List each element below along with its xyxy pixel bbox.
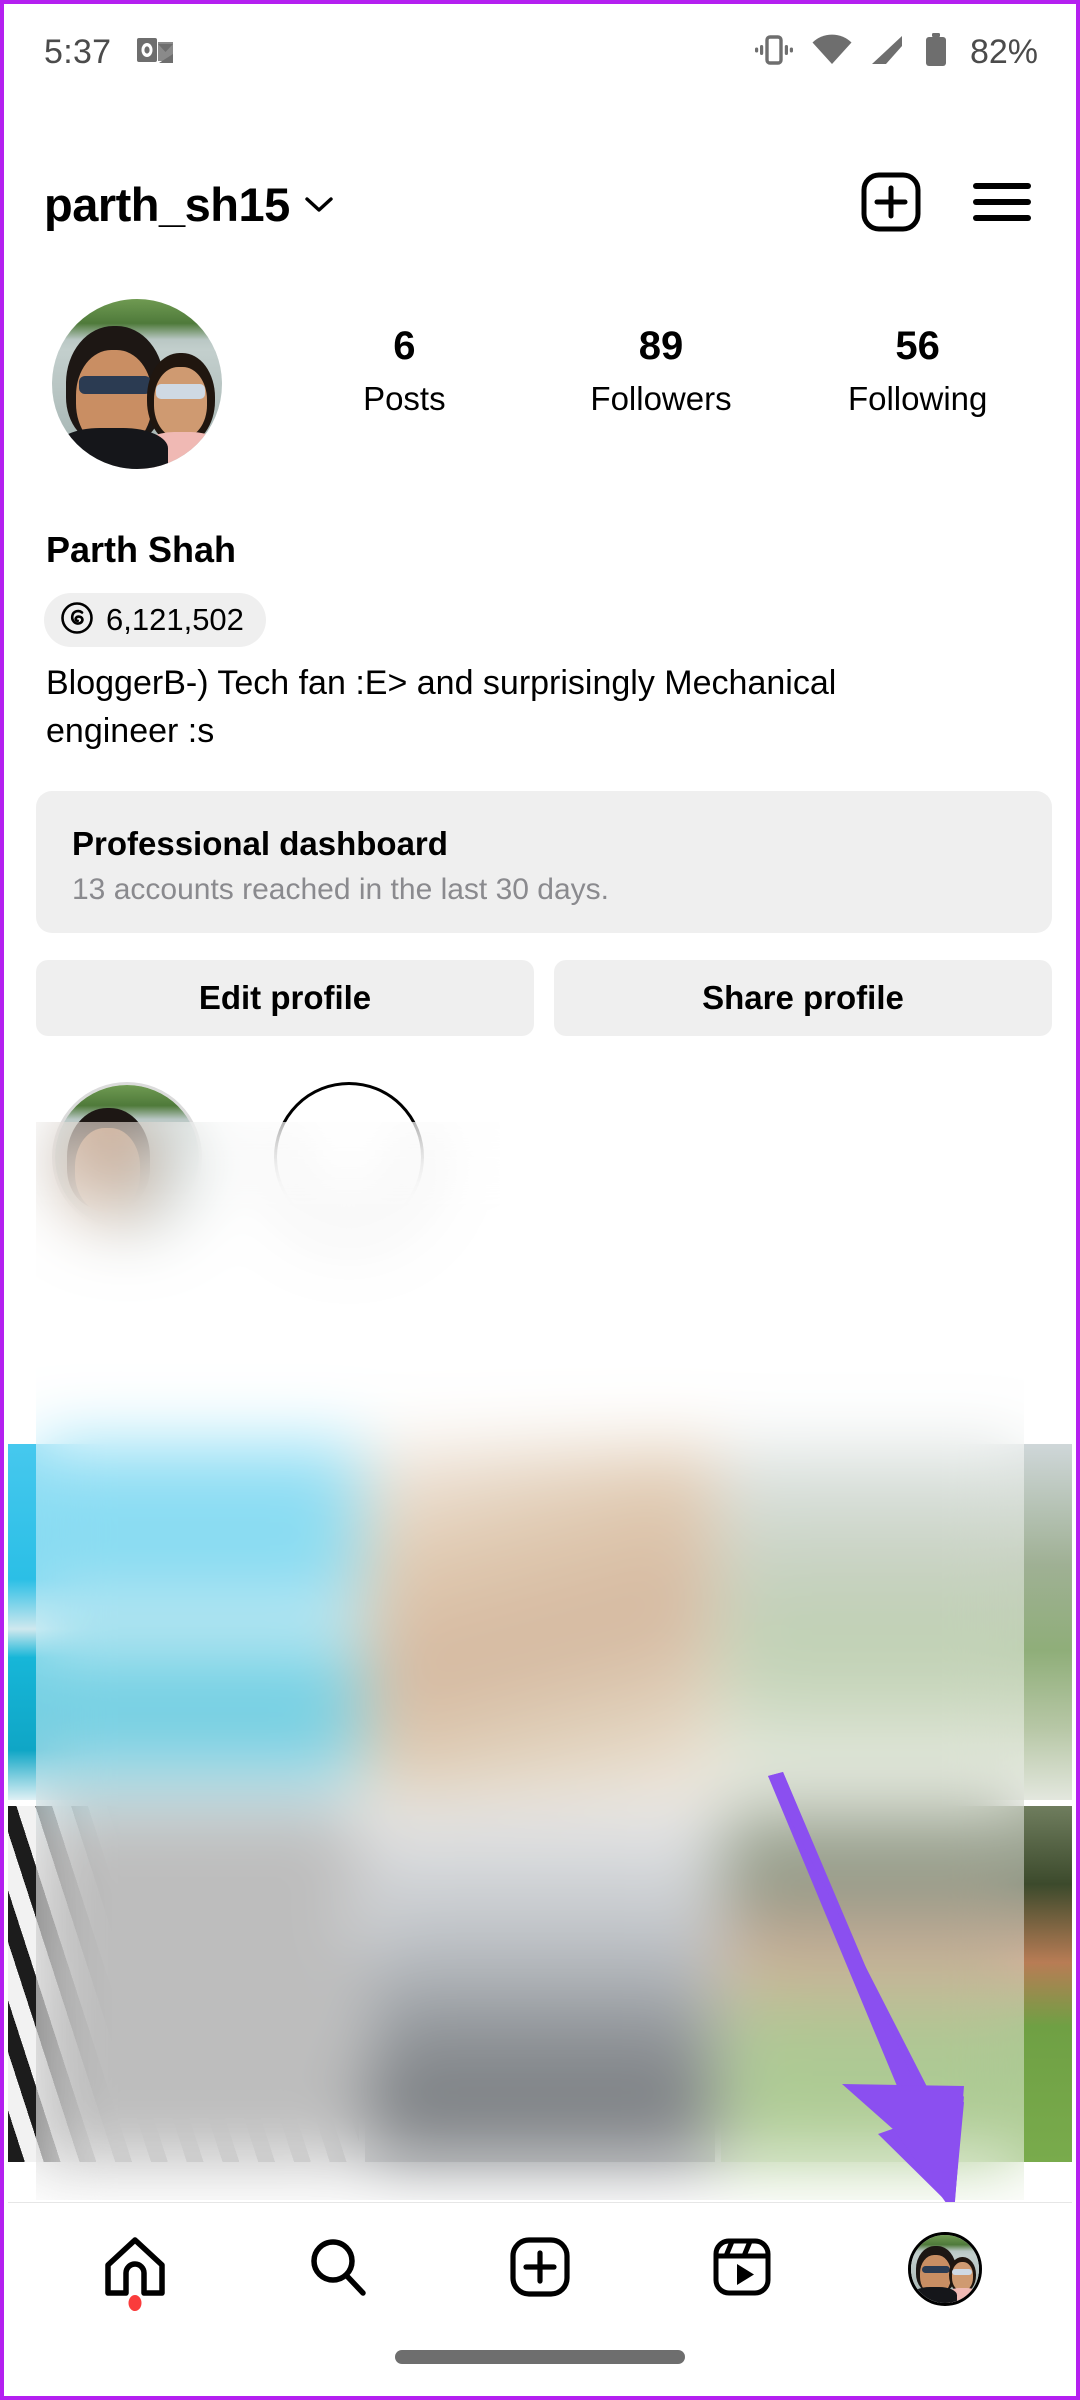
plus-box-icon[interactable] [860, 171, 922, 238]
chevron-down-icon [304, 195, 334, 232]
nav-reels[interactable] [682, 2209, 802, 2329]
post-thumbnail[interactable] [721, 1806, 1072, 2162]
cellular-signal-icon [870, 34, 906, 71]
username-label: parth_sh15 [44, 177, 290, 231]
post-thumbnail[interactable] [721, 1444, 1072, 1800]
following-count: 56 [895, 324, 940, 368]
nav-profile[interactable] [885, 2209, 1005, 2329]
avatar[interactable] [52, 299, 222, 469]
followers-count: 89 [638, 324, 684, 368]
dashboard-subtitle: 13 accounts reached in the last 30 days. [72, 873, 610, 906]
avatar-photo [52, 299, 222, 469]
header-actions [860, 171, 1032, 238]
reels-icon [711, 2236, 773, 2303]
account-switcher[interactable]: parth_sh15 [44, 177, 334, 232]
profile-summary: 6 Posts 89 Followers 56 Following [4, 299, 1076, 514]
highlight-item-photo[interactable] [52, 1082, 202, 1232]
highlight-item-new[interactable] [274, 1082, 424, 1232]
followers-label: Followers [590, 380, 732, 417]
battery-percent: 82% [969, 32, 1038, 71]
threads-count: 6,121,502 [106, 602, 244, 637]
battery-icon [924, 32, 948, 72]
plus-box-icon [509, 2236, 571, 2303]
profile-action-buttons: Edit profile Share profile [36, 960, 1052, 1036]
status-bar: 5:37 82% [4, 4, 1076, 100]
highlight-thumbnail [55, 1085, 199, 1229]
story-highlights [52, 1082, 424, 1232]
stat-posts[interactable]: 6 Posts [276, 321, 533, 423]
following-label: Following [847, 380, 988, 417]
home-indicator[interactable] [395, 2350, 685, 2364]
posts-count: 6 [393, 324, 416, 368]
wifi-icon [812, 34, 852, 71]
outlook-notification-icon [137, 35, 174, 70]
nav-home[interactable] [75, 2209, 195, 2329]
threads-badge[interactable]: 6,121,502 [44, 593, 266, 647]
status-bar-right: 82% [754, 32, 1038, 72]
status-time: 5:37 [44, 32, 112, 71]
home-notification-badge [128, 2295, 142, 2311]
status-bar-left: 5:37 [44, 32, 174, 72]
stat-followers[interactable]: 89 Followers [533, 321, 790, 423]
post-thumbnail[interactable] [364, 1444, 716, 1800]
bottom-navigation [8, 2202, 1072, 2392]
stats-row: 6 Posts 89 Followers 56 Following [222, 299, 1076, 423]
phone-screen: 5:37 82% parth_sh15 6 Posts 89 Followers… [0, 0, 1080, 2400]
bio-text: BloggerB-) Tech fan :E> and surprisingly… [46, 664, 837, 751]
avatar [907, 2232, 982, 2306]
professional-dashboard-card[interactable]: Professional dashboard 13 accounts reach… [36, 791, 1052, 933]
nav-create[interactable] [480, 2209, 600, 2329]
post-thumbnail[interactable] [8, 1444, 359, 1800]
post-thumbnail[interactable] [364, 1806, 716, 2162]
posts-label: Posts [363, 380, 446, 417]
edit-profile-button[interactable]: Edit profile [36, 960, 534, 1036]
nav-search[interactable] [278, 2209, 398, 2329]
threads-icon [60, 601, 94, 640]
full-name: Parth Shah [46, 529, 237, 570]
post-thumbnail[interactable] [8, 1806, 359, 2162]
nav-items [8, 2203, 1072, 2335]
nav-avatar-photo [910, 2235, 979, 2303]
vibrate-icon [754, 33, 794, 72]
hamburger-menu-icon[interactable] [972, 178, 1032, 231]
search-icon [306, 2235, 370, 2304]
share-profile-button[interactable]: Share profile [554, 960, 1052, 1036]
home-icon [102, 2235, 168, 2304]
dashboard-title: Professional dashboard [72, 825, 448, 862]
stat-following[interactable]: 56 Following [789, 321, 1046, 423]
profile-header: parth_sh15 [4, 156, 1076, 252]
